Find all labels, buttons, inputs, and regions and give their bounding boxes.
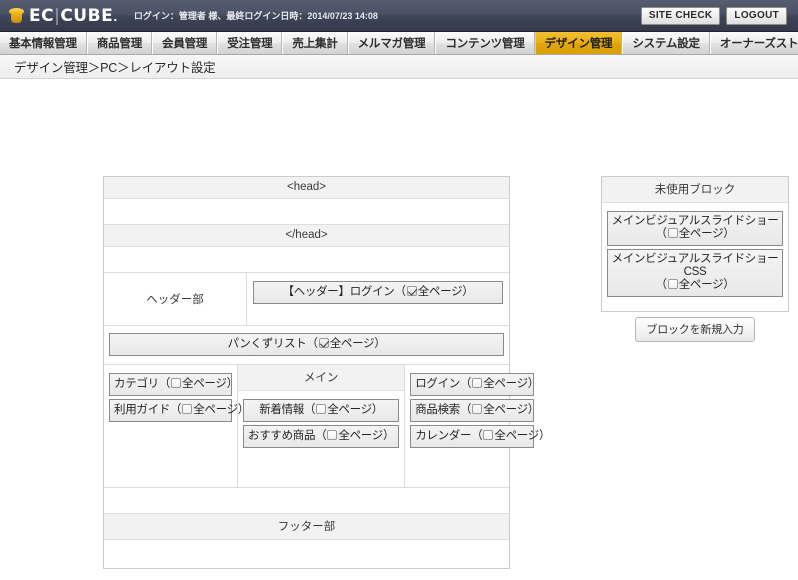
- layout-block[interactable]: メインビジュアルスライドショーCSS （全ページ）: [607, 249, 783, 297]
- logo-text: EC|CUBE.: [29, 6, 118, 26]
- head-close-row: </head>: [104, 225, 509, 247]
- layout-block-name: 【ヘッダー】ログイン: [282, 286, 395, 298]
- all-pages-label: 全ページ）: [483, 378, 539, 390]
- all-pages-checkbox[interactable]: [171, 378, 182, 388]
- all-pages-label: 全ページ）: [327, 404, 383, 416]
- main-column-blocks: 新着情報（ 全ページ） おすすめ商品（ 全ページ）: [238, 391, 404, 456]
- layout-block[interactable]: 商品検索（ 全ページ）: [410, 399, 539, 422]
- layout-block-name: メインビジュアルスライドショー: [611, 215, 779, 227]
- all-pages-checkbox[interactable]: [318, 338, 329, 348]
- layout-block-name: カレンダー: [415, 430, 472, 442]
- header-section-blocks: 【ヘッダー】ログイン（ 全ページ）: [247, 273, 509, 325]
- all-pages-checkbox[interactable]: [483, 430, 494, 440]
- layout-block[interactable]: 【ヘッダー】ログイン（ 全ページ）: [253, 281, 503, 304]
- all-pages-checkbox[interactable]: [472, 378, 483, 388]
- top-header-bar: EC|CUBE. ログイン：管理者 様、最終ログイン日時：2014/07/23 …: [0, 0, 798, 32]
- content-area: <head> </head> ヘッダー部 【ヘッダー】ログイン（ 全ページ） パン…: [0, 79, 798, 576]
- head-content-cell: [104, 199, 509, 224]
- all-pages-checkbox[interactable]: [316, 404, 327, 414]
- head-content-row: [104, 199, 509, 225]
- layout-block-name: 利用ガイド: [114, 404, 170, 416]
- all-pages-label: 全ページ）: [338, 430, 395, 442]
- layout-preview-table: <head> </head> ヘッダー部 【ヘッダー】ログイン（ 全ページ） パン…: [103, 176, 550, 569]
- body-top-cell: [104, 247, 509, 272]
- all-pages-label: 全ページ）: [329, 338, 386, 350]
- all-pages-checkbox[interactable]: [406, 286, 417, 296]
- layout-block-name: メインビジュアルスライドショーCSS: [611, 253, 779, 278]
- head-close-label: </head>: [104, 225, 509, 246]
- layout-block-name: おすすめ商品: [248, 430, 316, 442]
- nav-tab-4[interactable]: 売上集計: [282, 32, 348, 54]
- nav-tab-9[interactable]: オーナーズストア: [709, 32, 798, 54]
- layout-block[interactable]: パンくずリスト（ 全ページ）: [109, 333, 504, 356]
- main-section-label: メイン: [238, 365, 405, 391]
- layout-block[interactable]: カレンダー（ 全ページ）: [410, 425, 550, 448]
- head-open-label: <head>: [104, 177, 509, 198]
- nav-tab-2[interactable]: 会員管理: [152, 32, 218, 54]
- footer-content-row: [104, 540, 509, 568]
- nav-tab-0[interactable]: 基本情報管理: [0, 32, 87, 54]
- nav-tab-1[interactable]: 商品管理: [86, 32, 153, 54]
- all-pages-checkbox[interactable]: [182, 404, 193, 414]
- layout-block-name: カテゴリ: [114, 378, 159, 390]
- layout-block[interactable]: 利用ガイド（ 全ページ）: [109, 399, 249, 422]
- main-navigation: 基本情報管理 商品管理 会員管理 受注管理 売上集計 メルマガ管理 コンテンツ管理 デザイン管…: [0, 32, 798, 55]
- all-pages-label: 全ページ）: [483, 404, 539, 416]
- body-top-row: [104, 247, 509, 273]
- layout-block[interactable]: おすすめ商品（ 全ページ）: [243, 425, 400, 448]
- layout-block[interactable]: カテゴリ（ 全ページ）: [109, 373, 238, 396]
- eccube-logo[interactable]: EC|CUBE.: [8, 6, 118, 26]
- unused-blocks-title: 未使用ブロック: [602, 177, 788, 203]
- pre-footer-cell: [104, 488, 509, 513]
- left-column: カテゴリ（ 全ページ） 利用ガイド（ 全ページ）: [104, 365, 249, 487]
- all-pages-label: 全ページ）: [494, 430, 551, 442]
- all-pages-label: 全ページ）: [417, 286, 474, 298]
- all-pages-checkbox[interactable]: [667, 279, 678, 289]
- cube-icon: [8, 6, 25, 25]
- nav-tab-5[interactable]: メルマガ管理: [347, 32, 436, 54]
- right-column: ログイン（ 全ページ） 商品検索（ 全ページ） カレンダー（ 全ページ）: [405, 365, 550, 487]
- unused-blocks-list: メインビジュアルスライドショー（全ページ） メインビジュアルスライドショーCSS （…: [602, 203, 788, 311]
- layout-block[interactable]: 新着情報（ 全ページ）: [243, 399, 400, 422]
- nav-tab-7[interactable]: デザイン管理: [534, 32, 623, 54]
- layout-block-name: パンくずリスト: [227, 338, 307, 350]
- breadcrumb-block-row: パンくずリスト（ 全ページ）: [104, 326, 509, 365]
- page-root: EC|CUBE. ログイン：管理者 様、最終ログイン日時：2014/07/23 …: [0, 0, 798, 580]
- logo-text-cube: CUBE: [60, 5, 114, 26]
- footer-section-label: フッター部: [104, 514, 509, 539]
- layout-block[interactable]: ログイン（ 全ページ）: [410, 373, 539, 396]
- header-section-row: ヘッダー部 【ヘッダー】ログイン（ 全ページ）: [104, 273, 509, 326]
- header-section-label: ヘッダー部: [104, 273, 247, 325]
- all-pages-label: 全ページ）: [182, 378, 238, 390]
- footer-content-cell: [104, 540, 509, 568]
- logo-text-dot: .: [113, 10, 118, 24]
- all-pages-checkbox[interactable]: [667, 228, 678, 238]
- logo-text-ec: EC: [29, 5, 55, 26]
- breadcrumb: デザイン管理＞PC＞レイアウト設定: [0, 55, 798, 79]
- all-pages-checkbox[interactable]: [327, 430, 338, 440]
- main-column: メイン 新着情報（ 全ページ） おすすめ商品（ 全ページ）: [238, 365, 406, 487]
- unused-blocks-panel: 未使用ブロック メインビジュアルスライドショー（全ページ） メインビジュアルスライ…: [601, 176, 789, 312]
- three-column-region: カテゴリ（ 全ページ） 利用ガイド（ 全ページ） メイン 新着情報（ 全ページ） おすすめ…: [104, 365, 550, 488]
- layout-block-name: 商品検索: [415, 404, 460, 416]
- pre-footer-row: [104, 488, 509, 514]
- new-block-button-wrap: ブロックを新規入力: [601, 317, 789, 342]
- login-info-text: ログイン：管理者 様、最終ログイン日時：2014/07/23 14:08: [133, 11, 378, 21]
- breadcrumb-block-cell: パンくずリスト（ 全ページ）: [104, 326, 509, 364]
- head-open-row: <head>: [104, 177, 509, 199]
- nav-tab-6[interactable]: コンテンツ管理: [435, 32, 535, 54]
- layout-block-name: 新着情報: [259, 404, 304, 416]
- layout-block[interactable]: メインビジュアルスライドショー（全ページ）: [607, 211, 783, 246]
- logout-button[interactable]: LOGOUT: [726, 6, 787, 25]
- layout-block-name: ログイン: [415, 378, 460, 390]
- footer-section-row: フッター部: [104, 514, 509, 540]
- new-block-button[interactable]: ブロックを新規入力: [635, 317, 755, 342]
- all-pages-label: 全ページ）: [678, 228, 735, 240]
- nav-tab-8[interactable]: システム設定: [622, 32, 710, 54]
- site-check-button[interactable]: SITE CHECK: [640, 6, 721, 25]
- top-header-actions: SITE CHECK LOGOUT: [640, 6, 790, 25]
- nav-tab-3[interactable]: 受注管理: [217, 32, 283, 54]
- all-pages-label: 全ページ）: [678, 279, 735, 291]
- all-pages-checkbox[interactable]: [472, 404, 483, 414]
